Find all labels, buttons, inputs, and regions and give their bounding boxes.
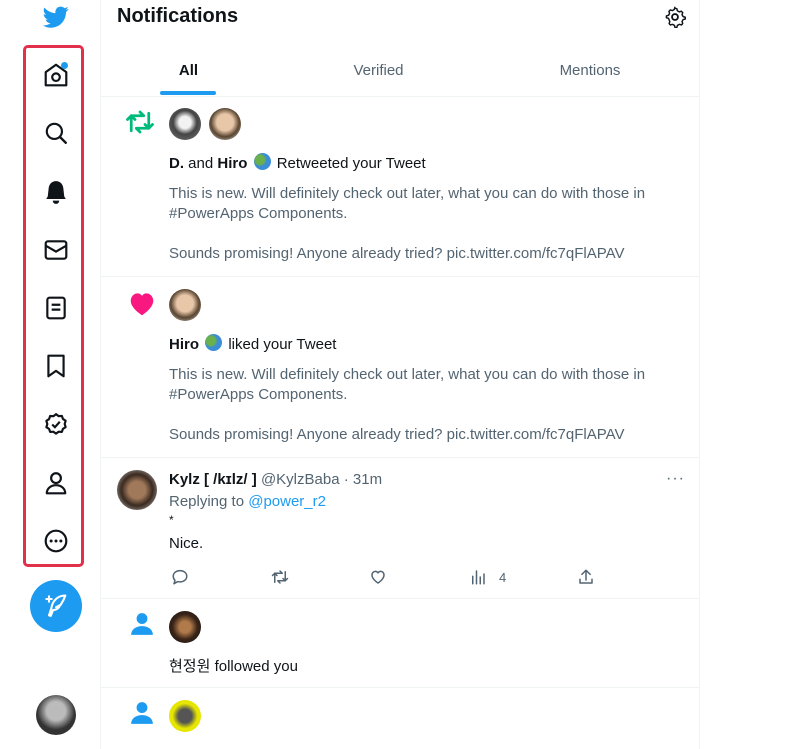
reply-tweet[interactable]: Kylz [ /kɪlz/ ] @KylzBaba · 31m ··· Repl…	[101, 458, 699, 599]
active-tab-indicator	[160, 91, 216, 95]
gear-icon	[665, 6, 686, 29]
messages-icon	[44, 240, 68, 260]
globe-emoji-icon	[253, 153, 271, 170]
nav-bookmarks[interactable]	[40, 350, 72, 382]
person-icon	[131, 702, 153, 724]
nav-explore[interactable]	[40, 117, 72, 149]
tab-verified[interactable]: Verified	[276, 44, 481, 96]
share-button[interactable]	[577, 568, 595, 586]
bookmarks-icon	[47, 354, 65, 378]
profile-icon	[45, 472, 67, 495]
tweet-text-line: Nice.	[169, 535, 204, 552]
tab-mentions[interactable]: Mentions	[481, 44, 699, 96]
actor-name[interactable]: Hiro	[217, 155, 247, 172]
replying-to: Replying to @power_r2	[169, 493, 326, 510]
reply-button[interactable]	[171, 568, 189, 586]
nav-home[interactable]	[40, 59, 72, 91]
search-icon	[45, 122, 67, 144]
nav-messages[interactable]	[40, 234, 72, 266]
globe-emoji-icon	[205, 334, 223, 351]
nav-more[interactable]	[40, 525, 72, 557]
notification-follow[interactable]: 현정원 followed you	[101, 599, 699, 688]
actor-name[interactable]: D.	[169, 155, 184, 172]
notification-follow[interactable]	[101, 688, 699, 749]
action-text: followed you	[214, 658, 298, 675]
lists-icon	[46, 296, 66, 320]
nav-profile[interactable]	[40, 467, 72, 499]
action-text: Retweeted your Tweet	[276, 155, 426, 172]
avatar[interactable]	[169, 289, 201, 321]
actor-name[interactable]: 현정원	[169, 658, 210, 675]
notification-tabs: All Verified Mentions	[101, 44, 699, 97]
account-avatar[interactable]	[36, 695, 76, 735]
nav-notifications[interactable]	[40, 176, 72, 208]
share-icon	[579, 569, 593, 584]
tweet-header: Kylz [ /kɪlz/ ] @KylzBaba · 31m	[169, 471, 382, 488]
analytics-icon	[472, 570, 485, 585]
like-button[interactable]	[369, 568, 387, 586]
tweet-actions: 4	[169, 568, 609, 590]
reply-icon	[172, 569, 188, 585]
tweet-text-line: Sounds promising! Anyone already tried? …	[169, 245, 625, 262]
compose-tweet-button[interactable]	[30, 580, 82, 632]
feather-plus-icon	[45, 594, 67, 617]
avatar[interactable]	[169, 108, 201, 140]
author-name[interactable]: Kylz [ /kɪlz/ ]	[169, 471, 257, 488]
tweet-text-line: Sounds promising! Anyone already tried? …	[169, 426, 625, 443]
notification-summary: Hiro liked your Tweet	[169, 334, 336, 353]
verified-icon	[45, 413, 67, 435]
nav-lists[interactable]	[40, 292, 72, 324]
author-handle[interactable]: @KylzBaba	[261, 471, 340, 488]
notifications-column: Notifications All Verified Mentions D. a…	[101, 0, 700, 749]
notification-like[interactable]: Hiro liked your Tweet This is new. Will …	[101, 277, 699, 458]
joiner-text: and	[188, 155, 214, 172]
action-text: liked your Tweet	[228, 336, 337, 353]
retweet-button[interactable]	[271, 568, 289, 586]
avatar[interactable]	[209, 108, 241, 140]
retweet-icon	[126, 110, 154, 134]
notification-retweet[interactable]: D. and Hiro Retweeted your Tweet This is…	[101, 97, 699, 277]
notification-summary: 현정원 followed you	[169, 655, 298, 676]
settings-button[interactable]	[664, 6, 686, 29]
tab-all[interactable]: All	[101, 44, 276, 96]
tweet-text-line: #PowerApps Components.	[169, 386, 348, 403]
sidebar	[0, 0, 101, 749]
twitter-logo-icon[interactable]	[41, 4, 71, 30]
actor-name[interactable]: Hiro	[169, 336, 199, 353]
page-title: Notifications	[117, 5, 239, 27]
heart-icon	[130, 293, 154, 316]
avatar[interactable]	[169, 700, 201, 732]
retweet-icon	[271, 570, 289, 584]
avatar[interactable]	[117, 470, 157, 510]
tweet-text-line: *	[169, 513, 174, 527]
heart-icon	[371, 570, 385, 584]
more-icon	[44, 529, 68, 553]
replying-prefix: Replying to	[169, 493, 245, 510]
unread-dot	[61, 62, 68, 69]
notifications-icon	[46, 181, 66, 204]
person-icon	[131, 613, 153, 635]
views-button[interactable]: 4	[469, 568, 506, 586]
tweet-text-line: #PowerApps Components.	[169, 205, 348, 222]
notification-summary: D. and Hiro Retweeted your Tweet	[169, 153, 426, 172]
nav-verified[interactable]	[40, 409, 72, 441]
tweet-time[interactable]: · 31m	[344, 471, 382, 488]
avatar[interactable]	[169, 611, 201, 643]
tweet-text-line: This is new. Will definitely check out l…	[169, 366, 646, 383]
replying-to-link[interactable]: @power_r2	[248, 493, 326, 510]
tweet-text-line: This is new. Will definitely check out l…	[169, 185, 646, 202]
views-count: 4	[499, 569, 507, 585]
tweet-more-button[interactable]: ···	[666, 470, 685, 488]
